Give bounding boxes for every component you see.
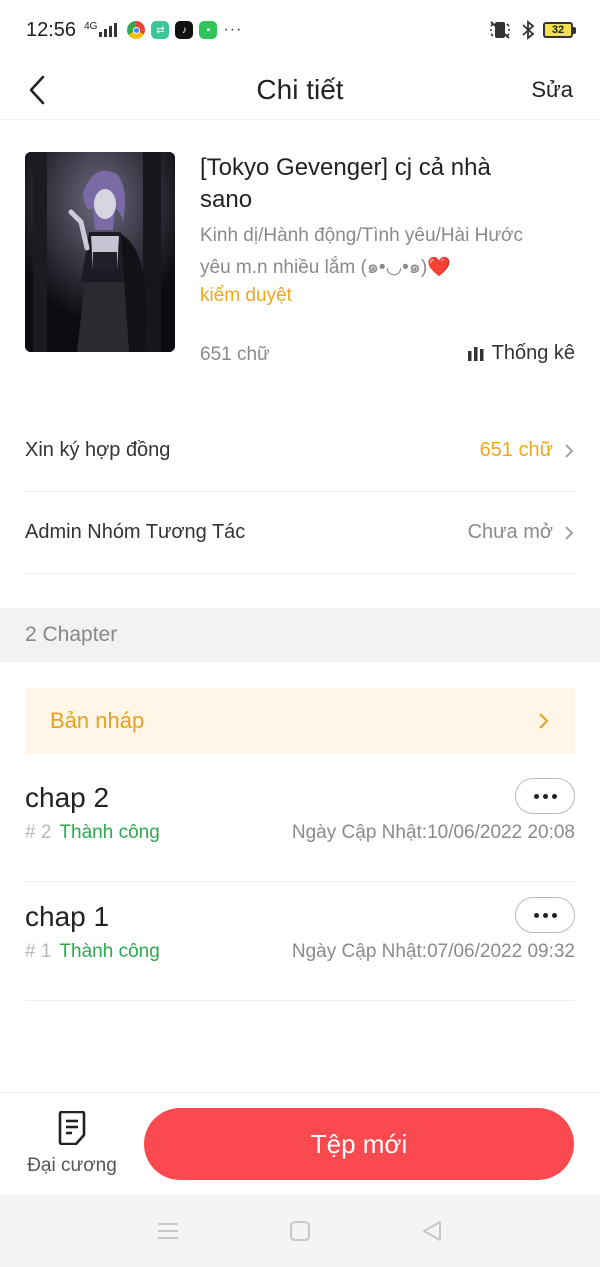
menu-icon[interactable] bbox=[157, 1221, 179, 1241]
drafts-label: Bản nháp bbox=[50, 708, 145, 733]
tiktok-icon: ♪ bbox=[175, 21, 194, 39]
outline-label: Đại cương bbox=[27, 1155, 117, 1176]
new-file-button[interactable]: Tệp mới bbox=[144, 1108, 574, 1180]
chapter-count: 2 Chapter bbox=[25, 623, 118, 646]
chapter-number: # 1 bbox=[25, 941, 52, 962]
contract-value: 651 chữ bbox=[479, 439, 553, 461]
battery-level: 32 bbox=[543, 22, 573, 38]
review-status: kiểm duyệt bbox=[200, 285, 292, 306]
battery-icon: 32 bbox=[543, 22, 576, 38]
book-genres: Kinh dị/Hành động/Tình yêu/Hài Hước bbox=[200, 225, 524, 246]
drafts-row[interactable]: Bản nháp bbox=[25, 688, 575, 754]
edit-button[interactable]: Sửa bbox=[531, 70, 573, 110]
home-icon[interactable] bbox=[289, 1220, 311, 1242]
chapter-item[interactable]: chap 2 # 2 Thành công Ngày Cập Nhật:10/0… bbox=[25, 762, 575, 882]
chapter-status: Thành công bbox=[59, 941, 160, 962]
chapter-updated-date: Ngày Cập Nhật:10/06/2022 20:08 bbox=[291, 822, 575, 843]
admin-group-value: Chưa mở bbox=[467, 521, 553, 543]
chapter-status: Thành công bbox=[59, 822, 160, 843]
back-button[interactable] bbox=[22, 68, 52, 112]
contract-label: Xin ký hợp đồng bbox=[25, 439, 171, 461]
admin-group-row[interactable]: Admin Nhóm Tương Tác Chưa mở bbox=[25, 492, 575, 574]
book-details: [Tokyo Gevenger] cj cả nhà sano Kinh dị/… bbox=[200, 152, 575, 308]
page-title: Chi tiết bbox=[256, 73, 344, 105]
notification-icons: ⇄ ♪ ▪ bbox=[127, 21, 218, 39]
bar-chart-icon bbox=[467, 346, 484, 361]
more-dots-icon: ··· bbox=[223, 21, 243, 38]
bottom-action-bar: Đại cương Tệp mới bbox=[0, 1092, 600, 1194]
system-nav-bar bbox=[0, 1194, 600, 1267]
chevron-right-icon bbox=[565, 443, 574, 458]
chapter-title: chap 1 bbox=[25, 901, 110, 932]
chevron-right-icon bbox=[539, 713, 549, 729]
admin-group-label: Admin Nhóm Tương Tác bbox=[25, 521, 246, 543]
chrome-icon bbox=[127, 21, 146, 39]
chevron-left-icon bbox=[29, 75, 45, 105]
book-cover-image[interactable] bbox=[25, 152, 175, 352]
status-bar: 12:56 4G ⇄ ♪ ▪ ··· 32 bbox=[0, 0, 600, 60]
chapter-more-button[interactable] bbox=[515, 778, 575, 814]
outline-document-icon bbox=[58, 1111, 86, 1145]
chapter-more-button[interactable] bbox=[515, 897, 575, 933]
chapter-item[interactable]: chap 1 # 1 Thành công Ngày Cập Nhật:07/0… bbox=[25, 881, 575, 1001]
back-triangle-icon[interactable] bbox=[421, 1220, 443, 1242]
chevron-right-icon bbox=[565, 525, 574, 540]
stats-button[interactable]: Thống kê bbox=[467, 342, 575, 365]
chapter-updated-date: Ngày Cập Nhật:07/06/2022 09:32 bbox=[291, 941, 575, 962]
contract-row[interactable]: Xin ký hợp đồng 651 chữ bbox=[25, 410, 575, 492]
chapter-section-header: 2 Chapter bbox=[0, 608, 600, 662]
network-type: 4G bbox=[84, 20, 98, 32]
messages-icon: ▪ bbox=[199, 21, 218, 39]
mute-icon bbox=[490, 21, 510, 39]
signal-icon bbox=[99, 23, 118, 37]
book-title: [Tokyo Gevenger] cj cả nhà sano bbox=[200, 154, 491, 213]
chapter-number: # 2 bbox=[25, 822, 52, 843]
book-description: yêu m.n nhiều lắm (๑•◡•๑)❤️ bbox=[200, 257, 451, 278]
chapter-title: chap 2 bbox=[25, 782, 110, 813]
header: Chi tiết Sửa bbox=[0, 60, 600, 120]
book-info-card: [Tokyo Gevenger] cj cả nhà sano Kinh dị/… bbox=[25, 152, 575, 372]
status-time: 12:56 bbox=[26, 18, 77, 41]
word-count: 651 chữ bbox=[200, 344, 270, 365]
outline-button[interactable]: Đại cương bbox=[22, 1111, 122, 1181]
app-green-icon: ⇄ bbox=[151, 21, 170, 39]
bluetooth-icon bbox=[522, 20, 535, 40]
stats-label: Thống kê bbox=[491, 342, 575, 364]
